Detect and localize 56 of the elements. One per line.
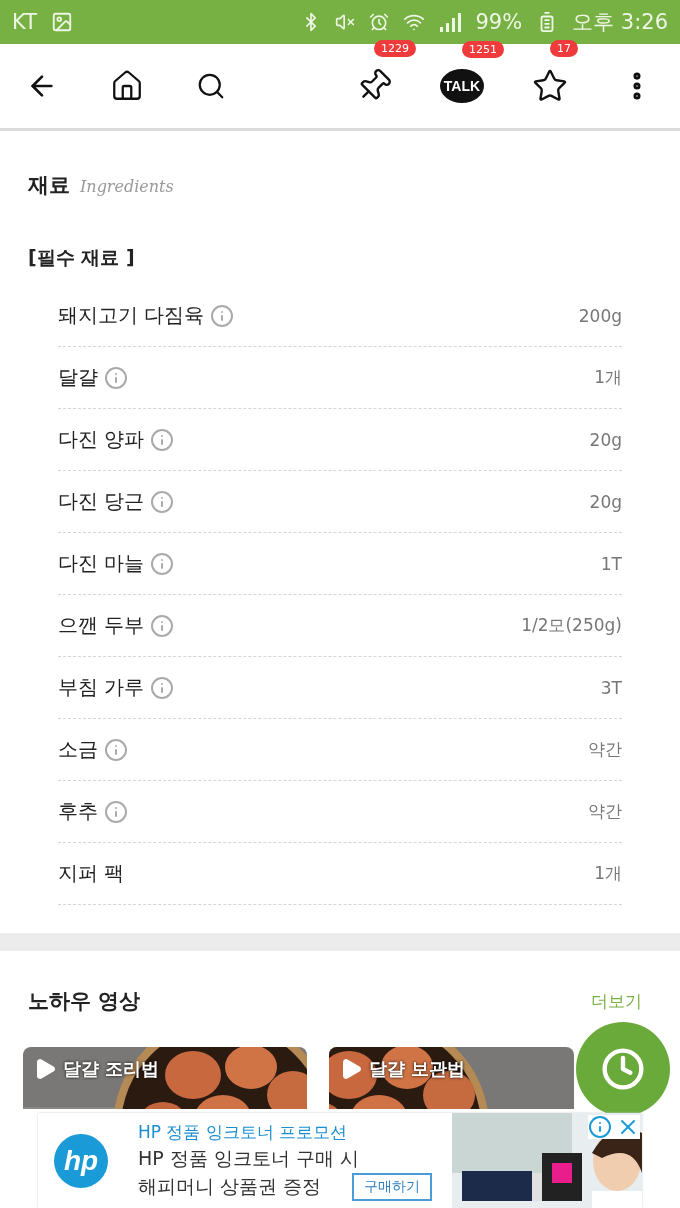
info-icon[interactable] bbox=[150, 675, 175, 700]
ingredient-name: 달걀 bbox=[58, 364, 98, 391]
count-badge: 17 bbox=[550, 40, 578, 57]
ad-text: 해피머니 상품권 증정 bbox=[138, 1174, 323, 1199]
alarm-icon bbox=[369, 12, 390, 32]
more-link[interactable]: 더보기 bbox=[591, 989, 642, 1013]
info-icon[interactable] bbox=[150, 551, 175, 576]
ingredient-amount: 1/2모(250g) bbox=[521, 614, 622, 637]
ingredient-name: 다진 당근 bbox=[58, 488, 145, 515]
ingredient-name: 으깬 두부 bbox=[58, 612, 145, 639]
info-icon[interactable] bbox=[210, 303, 235, 328]
group-heading: [필수 재료 ] bbox=[28, 245, 136, 270]
info-icon[interactable] bbox=[150, 613, 175, 638]
ingredient-amount: 1T bbox=[600, 553, 622, 574]
hp-logo: hp bbox=[54, 1133, 108, 1188]
ingredient-name: 다진 마늘 bbox=[58, 550, 145, 577]
mute-icon bbox=[335, 12, 356, 32]
star-icon[interactable] bbox=[532, 68, 568, 104]
ingredient-amount: 3T bbox=[600, 677, 622, 698]
info-icon[interactable] bbox=[104, 799, 128, 824]
ad-headline: HP 정품 잉크토너 프로모션 bbox=[138, 1121, 349, 1144]
ingredient-name: 부침 가루 bbox=[58, 674, 145, 701]
ingredient-name: 소금 bbox=[58, 736, 98, 763]
section-subtitle: Ingredients bbox=[80, 177, 174, 196]
section-title: 노하우 영상 bbox=[28, 988, 141, 1015]
ingredient-amount: 약간 bbox=[588, 800, 622, 823]
ingredient-amount: 20g bbox=[589, 429, 622, 450]
carrier-label: KT bbox=[12, 10, 37, 34]
count-badge: 1251 bbox=[462, 41, 504, 58]
count-badge: 1229 bbox=[374, 40, 416, 57]
search-icon[interactable] bbox=[196, 71, 226, 101]
home-icon[interactable] bbox=[110, 69, 144, 103]
ingredient-name: 돼지고기 다짐육 bbox=[58, 302, 205, 329]
section-title: 재료 bbox=[28, 172, 70, 199]
info-icon[interactable] bbox=[104, 365, 128, 390]
ad-info-icon[interactable] bbox=[588, 1115, 612, 1139]
ingredient-amount: 1개 bbox=[594, 366, 622, 389]
ad-banner[interactable]: hp HP 정품 잉크토너 프로모션 HP 정품 잉크토너 구매 시 해피머니 상품권 증정 구매하기 bbox=[38, 1113, 642, 1208]
ingredient-name: 후추 bbox=[58, 798, 98, 825]
ad-text: HP 정품 잉크토너 구매 시 bbox=[138, 1146, 359, 1171]
info-icon[interactable] bbox=[150, 427, 175, 452]
clock-time: 오후 3:26 bbox=[572, 9, 668, 36]
ingredient-amount: 약간 bbox=[588, 738, 622, 761]
ingredient-amount: 1개 bbox=[594, 862, 622, 885]
ingredient-amount: 20g bbox=[589, 491, 622, 512]
ingredient-name: 다진 양파 bbox=[58, 426, 145, 453]
clock-icon bbox=[601, 1047, 645, 1091]
info-icon[interactable] bbox=[104, 737, 128, 762]
image-icon bbox=[50, 11, 73, 33]
buy-button[interactable]: 구매하기 bbox=[352, 1173, 432, 1201]
ingredient-name: 지퍼 팩 bbox=[58, 860, 125, 887]
battery-percent: 99% bbox=[475, 10, 523, 34]
ingredient-amount: 200g bbox=[578, 305, 622, 326]
talk-button[interactable]: TALK bbox=[440, 69, 484, 103]
signal-icon bbox=[439, 11, 462, 33]
info-icon[interactable] bbox=[150, 489, 175, 514]
